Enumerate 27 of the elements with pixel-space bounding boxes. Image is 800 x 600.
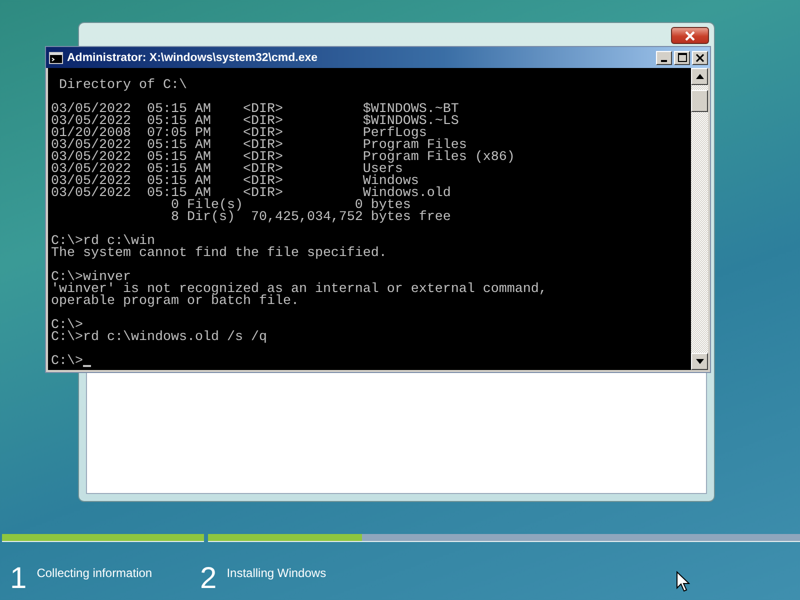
- console-line: operable program or batch file.: [51, 296, 299, 308]
- minimize-icon: [661, 60, 667, 62]
- step-label: Installing Windows: [226, 566, 326, 580]
- console-line: C:\>rd c:\windows.old /s /q: [51, 332, 267, 344]
- close-icon: [696, 54, 704, 62]
- scroll-down-button[interactable]: [691, 353, 708, 370]
- vertical-scrollbar[interactable]: [691, 68, 708, 370]
- mouse-pointer-icon: [676, 571, 690, 593]
- console-line: The system cannot find the file specified.: [51, 248, 387, 260]
- close-icon: [684, 30, 696, 40]
- console-line: C:\>: [51, 356, 83, 368]
- window-title: Administrator: X:\windows\system32\cmd.exe: [67, 52, 319, 64]
- console-line: Directory of C:\: [58, 80, 187, 92]
- maximize-button[interactable]: [674, 50, 690, 64]
- step-number: 1: [10, 564, 27, 594]
- scroll-up-button[interactable]: [691, 68, 708, 85]
- down-arrow-icon: [696, 359, 704, 364]
- console-line: 8 Dir(s) 70,425,034,752 bytes free: [170, 212, 451, 224]
- up-arrow-icon: [696, 74, 704, 79]
- console-line: 0 File(s) 0 bytes: [170, 200, 411, 212]
- step-label: Collecting information: [36, 566, 152, 580]
- console-icon: [49, 52, 63, 64]
- scrollbar-thumb[interactable]: [691, 90, 708, 112]
- step-number: 2: [200, 564, 217, 594]
- minimize-button[interactable]: [656, 50, 672, 64]
- close-button[interactable]: [671, 27, 709, 44]
- maximize-icon: [678, 53, 686, 62]
